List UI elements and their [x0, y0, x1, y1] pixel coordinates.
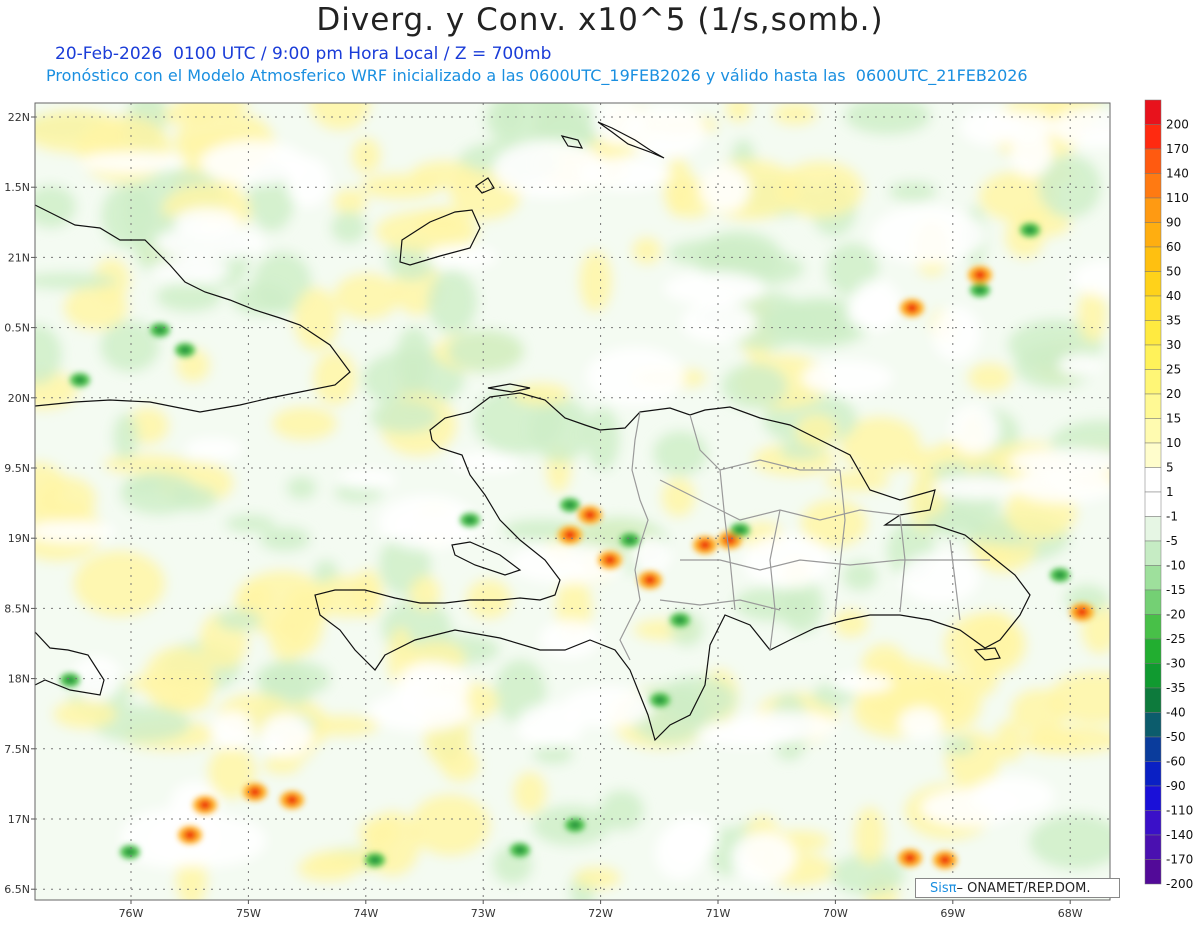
colorbar-swatch — [1144, 516, 1162, 542]
colorbar-label: 60 — [1166, 240, 1181, 254]
colorbar-label: -60 — [1166, 755, 1186, 769]
colorbar-swatch — [1144, 197, 1162, 223]
colorbar-label: -35 — [1166, 681, 1186, 695]
colorbar-swatch — [1144, 540, 1162, 566]
colorbar-label: -25 — [1166, 632, 1186, 646]
lon-tick-label: 69W — [940, 907, 965, 920]
colorbar-label: 1 — [1166, 485, 1174, 499]
credit-box: Sisπ– ONAMET/REP.DOM. — [915, 878, 1120, 898]
colorbar-swatch — [1144, 638, 1162, 664]
colorbar-swatch — [1144, 369, 1162, 395]
colorbar-label: 110 — [1166, 191, 1189, 205]
lon-tick-label: 70W — [823, 907, 848, 920]
lon-tick-label: 76W — [119, 907, 144, 920]
colorbar-swatch — [1144, 124, 1162, 150]
lat-tick-label: 22N — [8, 111, 30, 124]
colorbar-label: -90 — [1166, 779, 1186, 793]
colorbar-label: -200 — [1166, 877, 1193, 891]
colorbar-label: -20 — [1166, 608, 1186, 622]
colorbar-label: -170 — [1166, 853, 1193, 867]
colorbar-label: 90 — [1166, 216, 1181, 230]
colorbar-label: -5 — [1166, 534, 1178, 548]
colorbar-swatch — [1144, 442, 1162, 468]
lat-tick-label: 0.5N — [4, 322, 30, 335]
lat-tick-label: 6.5N — [4, 883, 30, 896]
colorbar-swatch — [1144, 491, 1162, 517]
lat-tick-label: 21N — [8, 251, 30, 264]
lat-tick-label: 18N — [8, 673, 30, 686]
colorbar-swatch — [1144, 344, 1162, 370]
colorbar-swatch — [1144, 589, 1162, 615]
colorbar-swatch — [1144, 565, 1162, 591]
colorbar-label: -40 — [1166, 706, 1186, 720]
lon-tick-label: 74W — [353, 907, 378, 920]
colorbar-label: 200 — [1166, 118, 1189, 132]
colorbar-label: -1 — [1166, 510, 1178, 524]
colorbar-label: 5 — [1166, 461, 1174, 475]
colorbar-label: 35 — [1166, 314, 1181, 328]
colorbar-label: -30 — [1166, 657, 1186, 671]
lat-tick-label: 19N — [8, 532, 30, 545]
lat-tick-label: 17N — [8, 813, 30, 826]
colorbar-label: 40 — [1166, 289, 1181, 303]
colorbar-label: -110 — [1166, 804, 1193, 818]
colorbar-swatch — [1144, 859, 1162, 885]
colorbar-swatch — [1144, 614, 1162, 640]
colorbar-swatch — [1144, 712, 1162, 738]
colorbar-swatch — [1144, 222, 1162, 248]
colorbar-label: 50 — [1166, 265, 1181, 279]
divergence-field — [35, 103, 1110, 900]
colorbar-label: -50 — [1166, 730, 1186, 744]
colorbar-swatch — [1144, 246, 1162, 272]
lat-tick-label: 8.5N — [4, 602, 30, 615]
lon-tick-label: 71W — [706, 907, 731, 920]
colorbar-swatch — [1144, 148, 1162, 174]
colorbar-swatch — [1144, 785, 1162, 811]
lon-tick-label: 75W — [236, 907, 261, 920]
lat-tick-label: 20N — [8, 392, 30, 405]
colorbar-swatch — [1144, 834, 1162, 860]
lon-tick-label: 68W — [1058, 907, 1083, 920]
colorbar-swatch — [1144, 687, 1162, 713]
lat-tick-label: 9.5N — [4, 462, 30, 475]
colorbar-label: 25 — [1166, 363, 1181, 377]
colorbar-label: -15 — [1166, 583, 1186, 597]
credit-text: – ONAMET/REP.DOM. — [956, 881, 1091, 896]
colorbar-label: 10 — [1166, 436, 1181, 450]
colorbar-label: -10 — [1166, 559, 1186, 573]
colorbar-swatch — [1144, 271, 1162, 297]
colorbar-swatch — [1144, 173, 1162, 199]
colorbar-swatch — [1144, 663, 1162, 689]
lon-tick-label: 73W — [471, 907, 496, 920]
colorbar-swatch — [1144, 736, 1162, 762]
colorbar-swatch — [1144, 99, 1162, 125]
colorbar-swatch — [1144, 467, 1162, 493]
colorbar-swatch — [1144, 320, 1162, 346]
colorbar-label: -140 — [1166, 828, 1193, 842]
lat-tick-label: 1.5N — [4, 181, 30, 194]
colorbar-label: 30 — [1166, 338, 1181, 352]
colorbar-swatch — [1144, 418, 1162, 444]
lon-tick-label: 72W — [588, 907, 613, 920]
colorbar-swatch — [1144, 295, 1162, 321]
colorbar-swatch — [1144, 393, 1162, 419]
sispi-logo: Sisπ — [930, 881, 957, 896]
lat-tick-label: 7.5N — [4, 743, 30, 756]
forecast-map: 22N 1.5N 21N 0.5N 20N 9.5N 19N 8.5N 18N 7.5N 17N 6.… — [4, 99, 1193, 920]
colorbar: 200 170 140 110 90 60 50 40 35 30 25 20 15 10 5 1 -1 -5 -1… — [1144, 99, 1193, 891]
colorbar-label: 140 — [1166, 167, 1189, 181]
colorbar-swatch — [1144, 810, 1162, 836]
colorbar-label: 170 — [1166, 142, 1189, 156]
colorbar-label: 20 — [1166, 387, 1181, 401]
colorbar-swatch — [1144, 761, 1162, 787]
colorbar-label: 15 — [1166, 412, 1181, 426]
